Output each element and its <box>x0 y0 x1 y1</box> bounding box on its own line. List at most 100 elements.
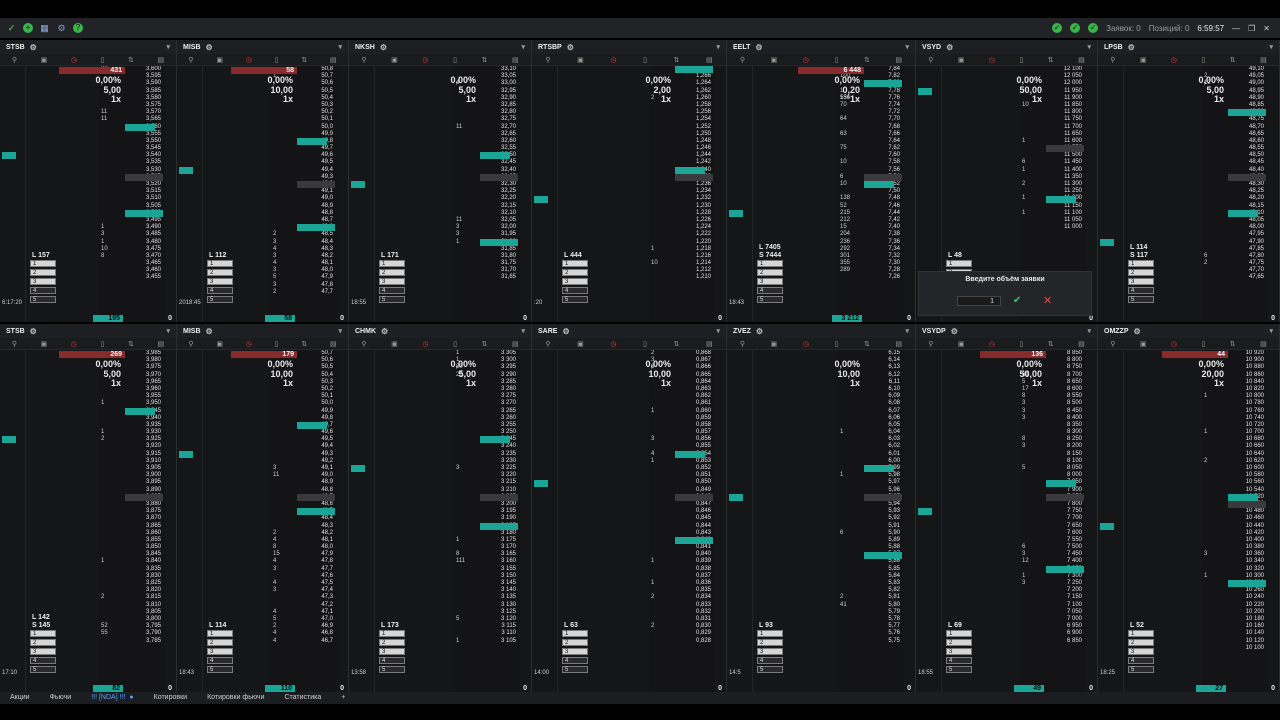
price-cell[interactable]: 10 840 <box>1230 379 1264 386</box>
volume-cell[interactable] <box>651 515 661 522</box>
volume-cell[interactable] <box>651 217 661 224</box>
volume-cell[interactable]: 4 <box>273 246 283 253</box>
volume-cell[interactable] <box>1204 515 1214 522</box>
volume-cell[interactable]: 52 <box>101 623 111 630</box>
volume-cell[interactable]: 8 <box>1022 393 1032 400</box>
volume-cell[interactable] <box>456 274 466 281</box>
level-button[interactable]: 3 <box>379 278 405 285</box>
multiplier-value[interactable]: 1x <box>229 378 293 389</box>
volume-cell[interactable] <box>273 415 283 422</box>
price-cell[interactable]: 31,80 <box>482 253 516 260</box>
price-cell[interactable]: 1,220 <box>677 239 711 246</box>
volume-cell[interactable]: 11 <box>456 217 466 224</box>
volume-cell[interactable]: 3 <box>651 436 661 443</box>
table-icon[interactable]: ▦ <box>39 23 50 34</box>
level-button[interactable]: 1 <box>379 260 405 267</box>
price-cell[interactable]: 7,28 <box>866 267 900 274</box>
volume-cell[interactable]: 1 <box>101 239 111 246</box>
volume-cell[interactable]: 12 <box>1022 558 1032 565</box>
volume-cell[interactable]: 10 <box>840 181 850 188</box>
price-cell[interactable]: 47,2 <box>299 602 333 609</box>
volume-cell[interactable]: 1 <box>101 429 111 436</box>
volume-cell[interactable] <box>1022 131 1032 138</box>
price-cell[interactable]: 10 740 <box>1230 415 1264 422</box>
volume-cell[interactable]: 1 <box>101 224 111 231</box>
sort-icon[interactable]: ⇅ <box>1048 56 1054 64</box>
price-cell[interactable]: 10 460 <box>1230 515 1264 522</box>
volume-cell[interactable] <box>651 224 661 231</box>
price-cell[interactable]: 1,254 <box>677 116 711 123</box>
price-cell[interactable]: 10 440 <box>1230 523 1264 530</box>
volume-cell[interactable]: 2 <box>840 594 850 601</box>
price-cell[interactable]: 3 195 <box>482 508 516 515</box>
volume-cell[interactable] <box>273 174 283 181</box>
price-cell[interactable]: 6,11 <box>866 379 900 386</box>
ticker-label[interactable]: MISB <box>183 44 201 51</box>
price-cell[interactable]: 7 400 <box>1048 558 1082 565</box>
price-cell[interactable]: 3 255 <box>482 422 516 429</box>
volume-cell[interactable] <box>651 181 661 188</box>
volume-cell[interactable] <box>1022 609 1032 616</box>
ticker-label[interactable]: EELT <box>733 44 750 51</box>
price-cell[interactable]: 3,485 <box>127 231 161 238</box>
volume-cell[interactable] <box>456 131 466 138</box>
price-cell[interactable]: 7,60 <box>866 152 900 159</box>
doc-icon[interactable]: ▯ <box>1019 56 1023 64</box>
volume-cell[interactable] <box>651 551 661 558</box>
price-cell[interactable]: 5,94 <box>866 501 900 508</box>
clock-icon[interactable]: ◷ <box>1171 340 1177 348</box>
volume-cell[interactable] <box>456 422 466 429</box>
volume-cell[interactable]: 5 <box>273 616 283 623</box>
price-cell[interactable]: 10 320 <box>1230 566 1264 573</box>
price-cell[interactable]: 1,258 <box>677 102 711 109</box>
price-cell[interactable]: 3 175 <box>482 537 516 544</box>
price-cell[interactable]: 49,6 <box>299 152 333 159</box>
doc-icon[interactable]: ▯ <box>453 340 457 348</box>
volume-cell[interactable] <box>1204 451 1214 458</box>
price-cell[interactable]: 0,865 <box>677 372 711 379</box>
price-cell[interactable]: 50,1 <box>299 393 333 400</box>
price-cell[interactable]: 3,565 <box>127 116 161 123</box>
pin-icon[interactable]: ⚲ <box>361 56 366 64</box>
price-cell[interactable]: 3 275 <box>482 393 516 400</box>
volume-cell[interactable] <box>1022 508 1032 515</box>
volume-cell[interactable] <box>456 408 466 415</box>
volume-cell[interactable] <box>1022 594 1032 601</box>
app-logo-icon[interactable]: ✓ <box>6 23 17 34</box>
volume-cell[interactable] <box>456 566 466 573</box>
volume-cell[interactable] <box>456 508 466 515</box>
multiplier-value[interactable]: 1x <box>1160 378 1224 389</box>
price-cell[interactable]: 5,89 <box>866 537 900 544</box>
price-cell[interactable]: 10 180 <box>1230 616 1264 623</box>
volume-cell[interactable] <box>1204 267 1214 274</box>
price-cell[interactable]: 1,212 <box>677 267 711 274</box>
price-cell[interactable]: 11 150 <box>1048 203 1082 210</box>
price-cell[interactable]: 6,03 <box>866 436 900 443</box>
price-cell[interactable]: 48,75 <box>1230 116 1264 123</box>
volume-cell[interactable] <box>840 587 850 594</box>
price-cell[interactable]: 7,72 <box>866 109 900 116</box>
price-cell[interactable]: 0,836 <box>677 580 711 587</box>
volume-cell[interactable] <box>456 580 466 587</box>
volume-cell[interactable] <box>101 203 111 210</box>
volume-cell[interactable] <box>101 530 111 537</box>
price-cell[interactable]: 1,226 <box>677 217 711 224</box>
volume-cell[interactable]: 236 <box>840 239 850 246</box>
price-cell[interactable]: 0,840 <box>677 551 711 558</box>
volume-cell[interactable] <box>651 66 661 73</box>
volume-cell[interactable] <box>101 573 111 580</box>
level-button[interactable]: 4 <box>1128 657 1154 664</box>
save-icon[interactable]: ▣ <box>216 56 223 64</box>
price-cell[interactable]: 49,9 <box>299 408 333 415</box>
price-cell[interactable]: 3,920 <box>127 443 161 450</box>
price-cell[interactable]: 48,4 <box>299 239 333 246</box>
volume-cell[interactable] <box>456 458 466 465</box>
price-cell[interactable]: 0,855 <box>677 443 711 450</box>
volume-cell[interactable] <box>651 116 661 123</box>
price-cell[interactable]: 11 100 <box>1048 210 1082 217</box>
volume-cell[interactable] <box>1204 479 1214 486</box>
volume-cell[interactable]: 2 <box>101 594 111 601</box>
tab-5[interactable]: Статистика <box>275 692 332 704</box>
price-cell[interactable]: 0,833 <box>677 602 711 609</box>
price-cell[interactable]: 32,95 <box>482 88 516 95</box>
